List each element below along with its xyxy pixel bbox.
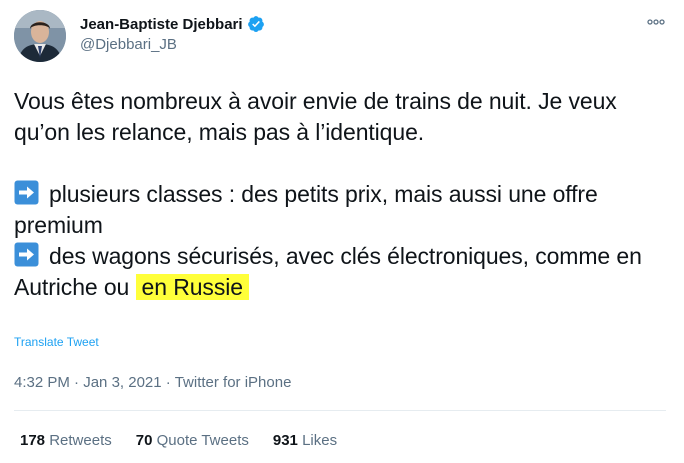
verified-badge-icon — [247, 16, 264, 32]
highlighted-text: en Russie — [135, 274, 249, 300]
tweet-card: Jean-Baptiste Djebbari @Djebbari_JB Vous… — [0, 0, 684, 463]
translate-tweet-link[interactable]: Translate Tweet — [14, 335, 99, 349]
divider — [14, 410, 666, 411]
meta-separator: · — [74, 374, 80, 391]
tweet-text: Vous êtes nombreux à avoir envie de trai… — [14, 86, 669, 303]
right-arrow-emoji-icon — [14, 242, 39, 267]
retweets-count: 178 — [20, 432, 46, 449]
tweet-bullet-2: des wagons sécurisés, avec clés électron… — [14, 241, 669, 303]
avatar-photo-icon — [14, 10, 66, 62]
author-block: Jean-Baptiste Djebbari @Djebbari_JB — [80, 14, 265, 53]
quote-tweets-stat[interactable]: 70 Quote Tweets — [136, 432, 249, 449]
tweet-paragraph-intro: Vous êtes nombreux à avoir envie de trai… — [14, 88, 617, 145]
tweet-source[interactable]: Twitter for iPhone — [175, 374, 292, 391]
retweets-label: Retweets — [49, 432, 112, 449]
right-arrow-emoji-icon — [14, 180, 39, 205]
author-name-row: Jean-Baptiste Djebbari — [80, 14, 265, 34]
author-display-name[interactable]: Jean-Baptiste Djebbari — [80, 16, 243, 33]
retweets-stat[interactable]: 178 Retweets — [20, 432, 112, 449]
tweet-timestamp-row: 4:32 PM · Jan 3, 2021 · Twitter for iPho… — [14, 374, 291, 391]
tweet-date[interactable]: Jan 3, 2021 — [83, 374, 161, 391]
tweet-bullet-1: plusieurs classes : des petits prix, mai… — [14, 179, 669, 241]
more-options-icon[interactable] — [646, 14, 666, 30]
author-handle[interactable]: @Djebbari_JB — [80, 36, 265, 53]
likes-count: 931 — [272, 432, 298, 449]
quote-tweets-label: Quote Tweets — [156, 432, 249, 449]
tweet-stats-row: 178 Retweets 70 Quote Tweets 931 Likes — [20, 432, 337, 449]
quote-tweets-count: 70 — [135, 432, 153, 449]
tweet-bullet-2-text: des wagons sécurisés, avec clés électron… — [14, 243, 642, 300]
meta-separator: · — [165, 374, 171, 391]
avatar[interactable] — [14, 10, 66, 62]
likes-label: Likes — [302, 432, 338, 449]
tweet-time[interactable]: 4:32 PM — [14, 374, 70, 391]
tweet-bullet-1-text: plusieurs classes : des petits prix, mai… — [14, 181, 598, 238]
likes-stat[interactable]: 931 Likes — [273, 432, 337, 449]
